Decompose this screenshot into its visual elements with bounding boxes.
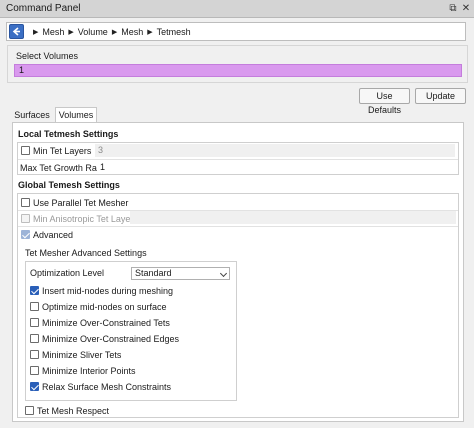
breadcrumb-item-mesh[interactable]: Mesh [42, 27, 64, 37]
close-icon[interactable]: ✕ [460, 2, 472, 15]
relax-surface-constraints-label: Relax Surface Mesh Constraints [42, 382, 172, 392]
min-interior-points-checkbox[interactable] [30, 366, 39, 375]
min-tet-layers-label: Min Tet Layers [33, 146, 92, 156]
min-aniso-label: Min Anisotropic Tet Layers [33, 214, 138, 224]
select-volumes-group: Select Volumes 1 [7, 45, 468, 83]
window-title: Command Panel [6, 3, 81, 14]
chevron-right-icon: ▶ [147, 29, 153, 36]
advanced-settings-heading: Tet Mesher Advanced Settings [25, 248, 147, 258]
local-settings-heading: Local Tetmesh Settings [18, 129, 119, 139]
min-aniso-field[interactable] [130, 211, 456, 224]
min-over-constrained-edges-label: Minimize Over-Constrained Edges [42, 334, 180, 344]
use-defaults-button[interactable]: Use Defaults [359, 88, 410, 115]
use-parallel-checkbox[interactable] [21, 198, 30, 207]
local-settings-box: Min Tet Layers 3 Max Tet Growth Rate 1 [17, 142, 459, 175]
relax-surface-constraints-checkbox[interactable] [30, 382, 39, 391]
insert-mid-nodes-label: Insert mid-nodes during meshing [42, 286, 174, 296]
back-arrow-icon[interactable] [9, 24, 24, 39]
use-parallel-label: Use Parallel Tet Mesher [33, 198, 129, 208]
max-growth-label: Max Tet Growth Rate [20, 163, 105, 173]
min-tet-layers-checkbox[interactable] [21, 146, 30, 155]
breadcrumb: ▶ Mesh ▶ Volume ▶ Mesh ▶ Tetmesh [6, 22, 466, 41]
chevron-down-icon [219, 269, 228, 278]
min-over-constrained-tets-checkbox[interactable] [30, 318, 39, 327]
advanced-checkbox[interactable] [21, 230, 30, 239]
optimize-mid-nodes-checkbox[interactable] [30, 302, 39, 311]
breadcrumb-item-tetmesh[interactable]: Tetmesh [157, 27, 191, 37]
breadcrumb-item-mesh-2[interactable]: Mesh [121, 27, 143, 37]
global-settings-heading: Global Temesh Settings [18, 180, 120, 190]
volumes-panel: Local Tetmesh Settings Min Tet Layers 3 … [12, 122, 464, 422]
select-volumes-label: Select Volumes [16, 51, 79, 61]
min-sliver-tets-checkbox[interactable] [30, 350, 39, 359]
min-over-constrained-edges-checkbox[interactable] [30, 334, 39, 343]
min-tet-layers-field[interactable]: 3 [95, 144, 455, 157]
divider [18, 226, 458, 227]
chevron-right-icon: ▶ [111, 29, 118, 36]
breadcrumb-item-volume[interactable]: Volume [78, 27, 108, 37]
insert-mid-nodes-checkbox[interactable] [30, 286, 39, 295]
min-aniso-checkbox[interactable] [21, 214, 30, 223]
chevron-right-icon: ▶ [33, 29, 39, 36]
min-over-constrained-tets-label: Minimize Over-Constrained Tets [42, 318, 170, 328]
chevron-right-icon: ▶ [68, 29, 74, 36]
tet-mesh-respect-label: Tet Mesh Respect [37, 406, 110, 416]
min-interior-points-label: Minimize Interior Points [42, 366, 136, 376]
advanced-settings-box: Optimization Level Standard Insert mid-n… [25, 261, 237, 401]
min-sliver-tets-label: Minimize Sliver Tets [42, 350, 122, 360]
tet-mesh-respect-checkbox[interactable] [25, 406, 34, 415]
optimization-level-label: Optimization Level [30, 268, 105, 278]
optimization-level-value: Standard [135, 268, 172, 278]
tab-surfaces[interactable]: Surfaces [12, 108, 52, 122]
optimization-level-select[interactable]: Standard [131, 267, 230, 280]
tab-volumes[interactable]: Volumes [55, 107, 97, 123]
select-volumes-input[interactable]: 1 [14, 64, 462, 77]
divider [18, 159, 458, 160]
global-settings-box: Use Parallel Tet Mesher Min Anisotropic … [17, 193, 459, 418]
optimize-mid-nodes-label: Optimize mid-nodes on surface [42, 302, 167, 312]
advanced-label: Advanced [33, 230, 74, 240]
max-growth-field[interactable]: 1 [97, 161, 457, 174]
breadcrumb-items: ▶ Mesh ▶ Volume ▶ Mesh ▶ Tetmesh [29, 27, 191, 37]
pin-icon[interactable]: ⧉ [447, 2, 459, 15]
update-button[interactable]: Update [415, 88, 466, 104]
title-bar: Command Panel ⧉ ✕ [0, 0, 474, 18]
